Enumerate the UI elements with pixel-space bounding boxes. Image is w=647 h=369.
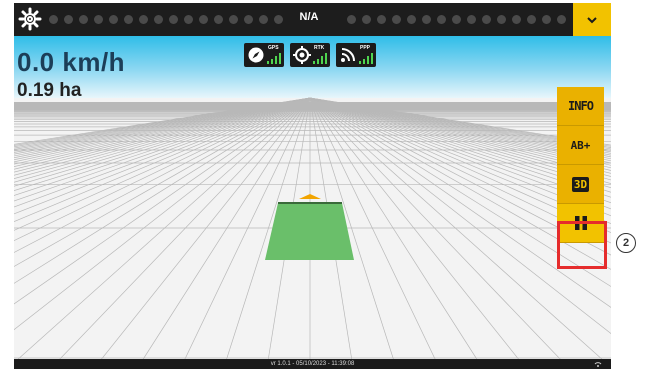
area-readout: 0.19 ha bbox=[17, 80, 82, 101]
row-indicator bbox=[94, 15, 103, 24]
row-indicator bbox=[527, 15, 536, 24]
signal-bars-icon bbox=[313, 53, 327, 64]
row-indicator bbox=[392, 15, 401, 24]
wifi-icon bbox=[594, 362, 602, 367]
settings-gear-icon[interactable] bbox=[18, 7, 42, 31]
ppp-signal-indicator: PPP bbox=[336, 43, 376, 67]
row-indicator bbox=[214, 15, 223, 24]
row-indicator bbox=[199, 15, 208, 24]
row-indicator bbox=[154, 15, 163, 24]
row-indicator bbox=[512, 15, 521, 24]
worked-area bbox=[265, 203, 354, 260]
row-indicator bbox=[79, 15, 88, 24]
compass-icon bbox=[248, 47, 264, 63]
row-indicator bbox=[109, 15, 118, 24]
rtk-signal-indicator: RTK bbox=[290, 43, 330, 67]
crosshair-icon bbox=[293, 46, 311, 64]
row-indicator bbox=[124, 15, 133, 24]
status-text: N/A bbox=[299, 11, 319, 23]
view-3d-button[interactable]: 3D bbox=[557, 165, 604, 204]
row-indicator bbox=[274, 15, 283, 24]
row-indicator bbox=[362, 15, 371, 24]
info-button[interactable]: INFO bbox=[557, 87, 604, 126]
chevron-down-icon bbox=[587, 16, 597, 23]
gps-label: GPS bbox=[268, 45, 279, 51]
app-screen: N/A 0.0 km/h 0.19 ha GPS RTK PPP INFO AB… bbox=[14, 3, 611, 369]
row-indicator bbox=[467, 15, 476, 24]
satellite-icon bbox=[341, 48, 355, 62]
row-indicator bbox=[557, 15, 566, 24]
expand-menu-button[interactable] bbox=[573, 3, 611, 36]
row-indicator bbox=[437, 15, 446, 24]
row-indicator bbox=[347, 15, 356, 24]
row-indicator bbox=[169, 15, 178, 24]
row-indicator bbox=[422, 15, 431, 24]
view-3d-button-label: 3D bbox=[571, 176, 590, 192]
ab-line-button[interactable]: AB+ bbox=[557, 126, 604, 165]
callout-number: 2 bbox=[616, 233, 636, 253]
gps-signal-indicator: GPS bbox=[244, 43, 284, 67]
top-bar: N/A bbox=[14, 3, 611, 36]
row-indicator bbox=[407, 15, 416, 24]
version-text: vr 1.0.1 - 05/10/2023 - 11:39:08 bbox=[270, 361, 355, 367]
signal-bars-icon bbox=[359, 53, 373, 64]
row-indicator bbox=[139, 15, 148, 24]
highlight-box bbox=[557, 221, 607, 269]
row-indicator bbox=[49, 15, 58, 24]
row-indicator bbox=[64, 15, 73, 24]
signal-bars-icon bbox=[267, 53, 281, 64]
speed-readout: 0.0 km/h bbox=[17, 47, 126, 77]
row-indicator bbox=[542, 15, 551, 24]
row-indicator bbox=[482, 15, 491, 24]
rtk-label: RTK bbox=[314, 45, 325, 51]
row-indicator bbox=[184, 15, 193, 24]
info-button-label: INFO bbox=[568, 99, 594, 113]
row-indicator bbox=[497, 15, 506, 24]
ppp-label: PPP bbox=[360, 45, 371, 51]
field-3d-view[interactable] bbox=[14, 36, 611, 361]
ab-line-button-label: AB+ bbox=[570, 138, 591, 152]
row-indicator bbox=[229, 15, 238, 24]
row-indicator bbox=[377, 15, 386, 24]
row-status-indicators-left bbox=[49, 15, 283, 24]
footer-bar: vr 1.0.1 - 05/10/2023 - 11:39:08 bbox=[14, 359, 611, 369]
row-status-indicators-right bbox=[347, 15, 566, 24]
row-indicator bbox=[244, 15, 253, 24]
row-indicator bbox=[259, 15, 268, 24]
row-indicator bbox=[452, 15, 461, 24]
right-toolbar: INFO AB+ 3D bbox=[557, 87, 604, 243]
